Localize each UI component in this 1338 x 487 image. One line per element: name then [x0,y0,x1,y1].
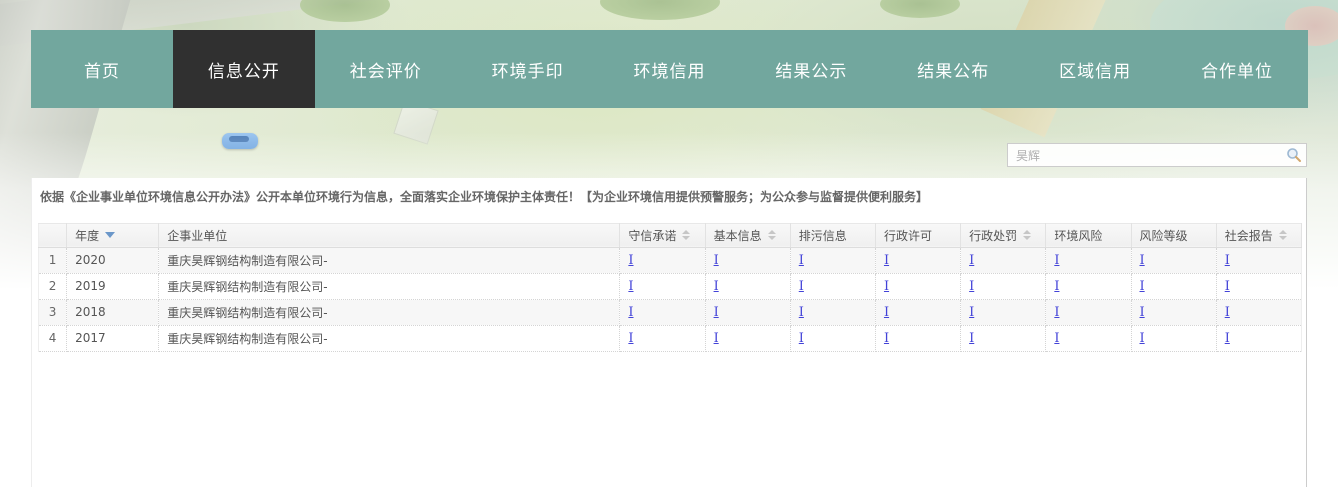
social-report-link[interactable]: I [1225,253,1230,268]
column-header-rowno [39,223,67,247]
environment-records-table: 年度 企事业单位 守信承诺 基本信息 排污信息 行政许可 行政处罚 [38,223,1302,352]
policy-notice-text: 依据《企业事业单位环境信息公开办法》公开本单位环境行为信息，全面落实企业环境保护… [32,178,1306,215]
nav-tab-environmental-handprint[interactable]: 环境手印 [457,30,599,108]
admin-penalty-link[interactable]: I [969,279,974,294]
content-panel: 依据《企业事业单位环境信息公开办法》公开本单位环境行为信息，全面落实企业环境保护… [31,178,1307,487]
nav-tab-partners[interactable]: 合作单位 [1166,30,1308,108]
column-header-pollution-info[interactable]: 排污信息 [790,223,875,247]
column-header-admin-penalty[interactable]: 行政处罚 [961,223,1046,247]
column-header-admin-permit[interactable]: 行政许可 [875,223,960,247]
pollution-info-link[interactable]: I [799,279,804,294]
nav-tab-information-disclosure[interactable]: 信息公开 [173,30,315,108]
pollution-info-link[interactable]: I [799,305,804,320]
env-risk-link[interactable]: I [1054,253,1059,268]
nav-tab-social-evaluation[interactable]: 社会评价 [315,30,457,108]
admin-penalty-link[interactable]: I [969,253,974,268]
year-cell: 2017 [67,325,159,351]
admin-permit-link[interactable]: I [884,331,889,346]
column-header-risk-level[interactable]: 风险等级 [1131,223,1216,247]
env-risk-link[interactable]: I [1054,305,1059,320]
nav-tab-environmental-credit[interactable]: 环境信用 [599,30,741,108]
admin-penalty-link[interactable]: I [969,305,974,320]
credit-promise-link[interactable]: I [628,253,633,268]
column-header-credit-promise[interactable]: 守信承诺 [620,223,705,247]
table-row: 4 2017 重庆昊辉钢结构制造有限公司- I I I I I I I I [39,325,1302,351]
sort-icon [682,230,690,240]
magnifier-icon[interactable] [1286,147,1302,163]
admin-penalty-link[interactable]: I [969,331,974,346]
env-risk-link[interactable]: I [1054,279,1059,294]
admin-permit-link[interactable]: I [884,253,889,268]
sort-icon [1023,230,1031,240]
basic-info-link[interactable]: I [714,305,719,320]
table-header-row: 年度 企事业单位 守信承诺 基本信息 排污信息 行政许可 行政处罚 [39,223,1302,247]
risk-level-link[interactable]: I [1140,305,1145,320]
row-number: 1 [39,247,67,273]
year-cell: 2019 [67,273,159,299]
table-row: 3 2018 重庆昊辉钢结构制造有限公司- I I I I I I I I [39,299,1302,325]
social-report-link[interactable]: I [1225,331,1230,346]
column-header-basic-info[interactable]: 基本信息 [705,223,790,247]
social-report-link[interactable]: I [1225,305,1230,320]
table-row: 2 2019 重庆昊辉钢结构制造有限公司- I I I I I I I I [39,273,1302,299]
basic-info-link[interactable]: I [714,279,719,294]
basic-info-link[interactable]: I [714,331,719,346]
column-header-env-risk[interactable]: 环境风险 [1046,223,1131,247]
sort-icon [768,230,776,240]
credit-promise-link[interactable]: I [628,331,633,346]
table-row: 1 2020 重庆昊辉钢结构制造有限公司- I I I I I I I I [39,247,1302,273]
nav-tab-home[interactable]: 首页 [31,30,173,108]
year-cell: 2018 [67,299,159,325]
nav-tab-regional-credit[interactable]: 区域信用 [1024,30,1166,108]
sort-icon [1279,230,1287,240]
pollution-info-link[interactable]: I [799,331,804,346]
company-cell: 重庆昊辉钢结构制造有限公司- [159,299,620,325]
admin-permit-link[interactable]: I [884,279,889,294]
basic-info-link[interactable]: I [714,253,719,268]
company-cell: 重庆昊辉钢结构制造有限公司- [159,325,620,351]
column-header-social-report[interactable]: 社会报告 [1216,223,1301,247]
row-number: 4 [39,325,67,351]
main-navigation: 首页 信息公开 社会评价 环境手印 环境信用 结果公示 结果公布 区域信用 合作… [31,30,1308,108]
column-header-company[interactable]: 企事业单位 [159,223,620,247]
nav-tab-result-publicity[interactable]: 结果公示 [740,30,882,108]
row-number: 3 [39,299,67,325]
social-report-link[interactable]: I [1225,279,1230,294]
risk-level-link[interactable]: I [1140,279,1145,294]
sort-desc-icon [105,232,115,238]
risk-level-link[interactable]: I [1140,331,1145,346]
env-risk-link[interactable]: I [1054,331,1059,346]
row-number: 2 [39,273,67,299]
pollution-info-link[interactable]: I [799,253,804,268]
company-cell: 重庆昊辉钢结构制造有限公司- [159,247,620,273]
credit-promise-link[interactable]: I [628,305,633,320]
year-cell: 2020 [67,247,159,273]
risk-level-link[interactable]: I [1140,253,1145,268]
search-input[interactable] [1007,143,1307,167]
column-header-year[interactable]: 年度 [67,223,159,247]
admin-permit-link[interactable]: I [884,305,889,320]
search-box [1007,143,1307,167]
nav-tab-result-announcement[interactable]: 结果公布 [882,30,1024,108]
company-cell: 重庆昊辉钢结构制造有限公司- [159,273,620,299]
credit-promise-link[interactable]: I [628,279,633,294]
